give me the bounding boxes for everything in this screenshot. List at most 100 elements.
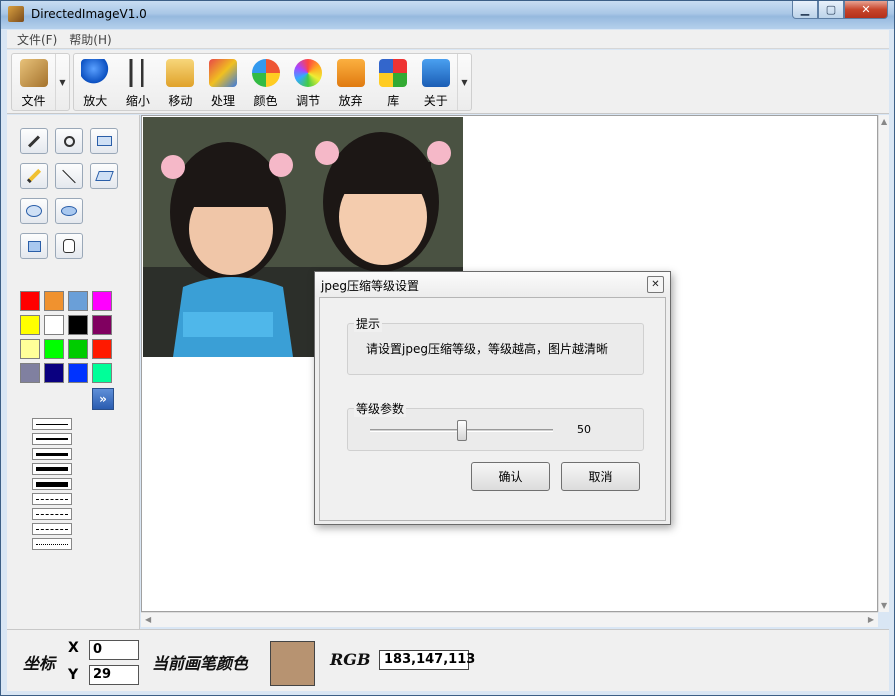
palette-swatch[interactable] (92, 339, 112, 359)
tool-panel: » (7, 115, 140, 629)
eyedropper-tool[interactable] (20, 128, 48, 154)
about-button[interactable]: 关于 (415, 54, 458, 110)
adjust-button[interactable]: 调节 (287, 54, 330, 110)
horizontal-scrollbar[interactable]: ◀ ▶ (141, 612, 878, 627)
zoom-out-button[interactable]: 缩小 (117, 54, 160, 110)
eyedropper-icon (27, 134, 41, 148)
toolbar: 文件 ▼ 放大 缩小 移动 处理 颜色 调节 放弃 库 关于 ▼ (7, 50, 889, 114)
dialog-close-button[interactable]: ✕ (647, 276, 664, 293)
palette-swatch[interactable] (68, 291, 88, 311)
line-style-dash-dot-dot[interactable] (32, 523, 72, 535)
zoom-in-button[interactable]: 放大 (74, 54, 117, 110)
line-tool[interactable] (55, 163, 83, 189)
move-label: 移动 (168, 94, 193, 108)
file-group: 文件 ▼ (11, 53, 70, 111)
file-button[interactable]: 文件 (12, 54, 55, 110)
filled-rectangle-icon (27, 240, 41, 252)
confirm-button[interactable]: 确认 (471, 462, 550, 491)
tools-dropdown-arrow[interactable]: ▼ (457, 54, 471, 110)
palette-swatch[interactable] (44, 291, 64, 311)
polygon-icon (94, 171, 114, 181)
library-icon (379, 59, 408, 87)
app-icon (8, 6, 24, 22)
menu-file[interactable]: 文件(F) (11, 31, 63, 48)
current-pen-color[interactable] (270, 641, 315, 686)
line-width-2[interactable] (32, 433, 72, 445)
palette-swatch[interactable] (92, 291, 112, 311)
palette-swatch[interactable] (20, 315, 40, 335)
zoom-tool[interactable] (55, 128, 83, 154)
library-label: 库 (387, 94, 400, 108)
palette-swatch[interactable] (68, 315, 88, 335)
more-colors-button[interactable]: » (92, 388, 114, 410)
filled-ellipse-tool[interactable] (55, 198, 83, 224)
adjust-icon (294, 59, 323, 87)
rectangle-select-tool[interactable] (90, 128, 118, 154)
folder-move-icon (166, 59, 195, 87)
filled-rectangle-tool[interactable] (20, 233, 48, 259)
file-dropdown-arrow[interactable]: ▼ (55, 54, 69, 110)
dialog-title: jpeg压缩等级设置 (321, 279, 419, 293)
color-ball-icon (251, 59, 280, 87)
close-button[interactable]: ✕ (844, 1, 888, 19)
line-style-dash-dot[interactable] (32, 508, 72, 520)
scroll-left-arrow[interactable]: ◀ (145, 615, 151, 624)
line-width-1[interactable] (32, 418, 72, 430)
jpeg-compression-dialog: jpeg压缩等级设置 ✕ 提示 请设置jpeg压缩等级，等级越高，图片越清晰 等… (314, 271, 671, 525)
level-value: 50 (577, 423, 591, 436)
line-width-5[interactable] (32, 478, 72, 490)
palette-swatch[interactable] (68, 363, 88, 383)
palette-swatch[interactable] (44, 339, 64, 359)
minimize-button[interactable]: ▁ (792, 1, 818, 19)
discard-button[interactable]: 放弃 (329, 54, 372, 110)
line-style-dash[interactable] (32, 493, 72, 505)
scroll-up-arrow[interactable]: ▲ (881, 117, 887, 126)
ellipse-icon (26, 205, 42, 217)
maximize-button[interactable]: ▢ (818, 1, 844, 19)
palette-swatch[interactable] (92, 363, 112, 383)
close-icon: ✕ (651, 279, 660, 290)
discard-label: 放弃 (338, 94, 363, 108)
rectangle-icon (96, 136, 112, 146)
hint-label: 提示 (354, 315, 383, 332)
palette-swatch[interactable] (44, 315, 64, 335)
pen-color-label: 当前画笔颜色 (152, 654, 249, 673)
level-slider-thumb[interactable] (457, 420, 467, 441)
process-button[interactable]: 处理 (202, 54, 245, 110)
palette-swatch[interactable] (20, 363, 40, 383)
vertical-scrollbar[interactable]: ▲ ▼ (878, 115, 889, 612)
process-icon (208, 59, 237, 87)
library-button[interactable]: 库 (372, 54, 415, 110)
scroll-icon (19, 59, 48, 87)
magnifier-icon (63, 135, 75, 147)
line-width-4[interactable] (32, 463, 72, 475)
window-title: DirectedImageV1.0 (31, 7, 147, 21)
magnifier-icon (81, 59, 110, 87)
line-icon (62, 169, 76, 183)
line-width-3[interactable] (32, 448, 72, 460)
pencil-icon (26, 168, 42, 184)
palette-swatch[interactable] (20, 339, 40, 359)
adjust-label: 调节 (296, 94, 321, 108)
polygon-tool[interactable] (90, 163, 118, 189)
scroll-right-arrow[interactable]: ▶ (868, 615, 874, 624)
menu-help[interactable]: 帮助(H) (63, 31, 117, 48)
palette-swatch[interactable] (68, 339, 88, 359)
y-coordinate-field: 29 (89, 665, 139, 685)
cancel-button[interactable]: 取消 (561, 462, 640, 491)
scroll-down-arrow[interactable]: ▼ (881, 601, 887, 610)
discard-icon (336, 59, 365, 87)
color-button[interactable]: 颜色 (244, 54, 287, 110)
pencil-tool[interactable] (20, 163, 48, 189)
palette-swatch[interactable] (92, 315, 112, 335)
file-button-label: 文件 (21, 94, 46, 108)
line-style-dot[interactable] (32, 538, 72, 550)
ellipse-tool[interactable] (20, 198, 48, 224)
palette-swatch[interactable] (20, 291, 40, 311)
hand-tool[interactable] (55, 233, 83, 259)
y-label: Y (68, 667, 79, 683)
move-button[interactable]: 移动 (159, 54, 202, 110)
palette-swatch[interactable] (44, 363, 64, 383)
level-label: 等级参数 (354, 400, 407, 417)
dialog-title-bar: jpeg压缩等级设置 ✕ (315, 272, 670, 297)
